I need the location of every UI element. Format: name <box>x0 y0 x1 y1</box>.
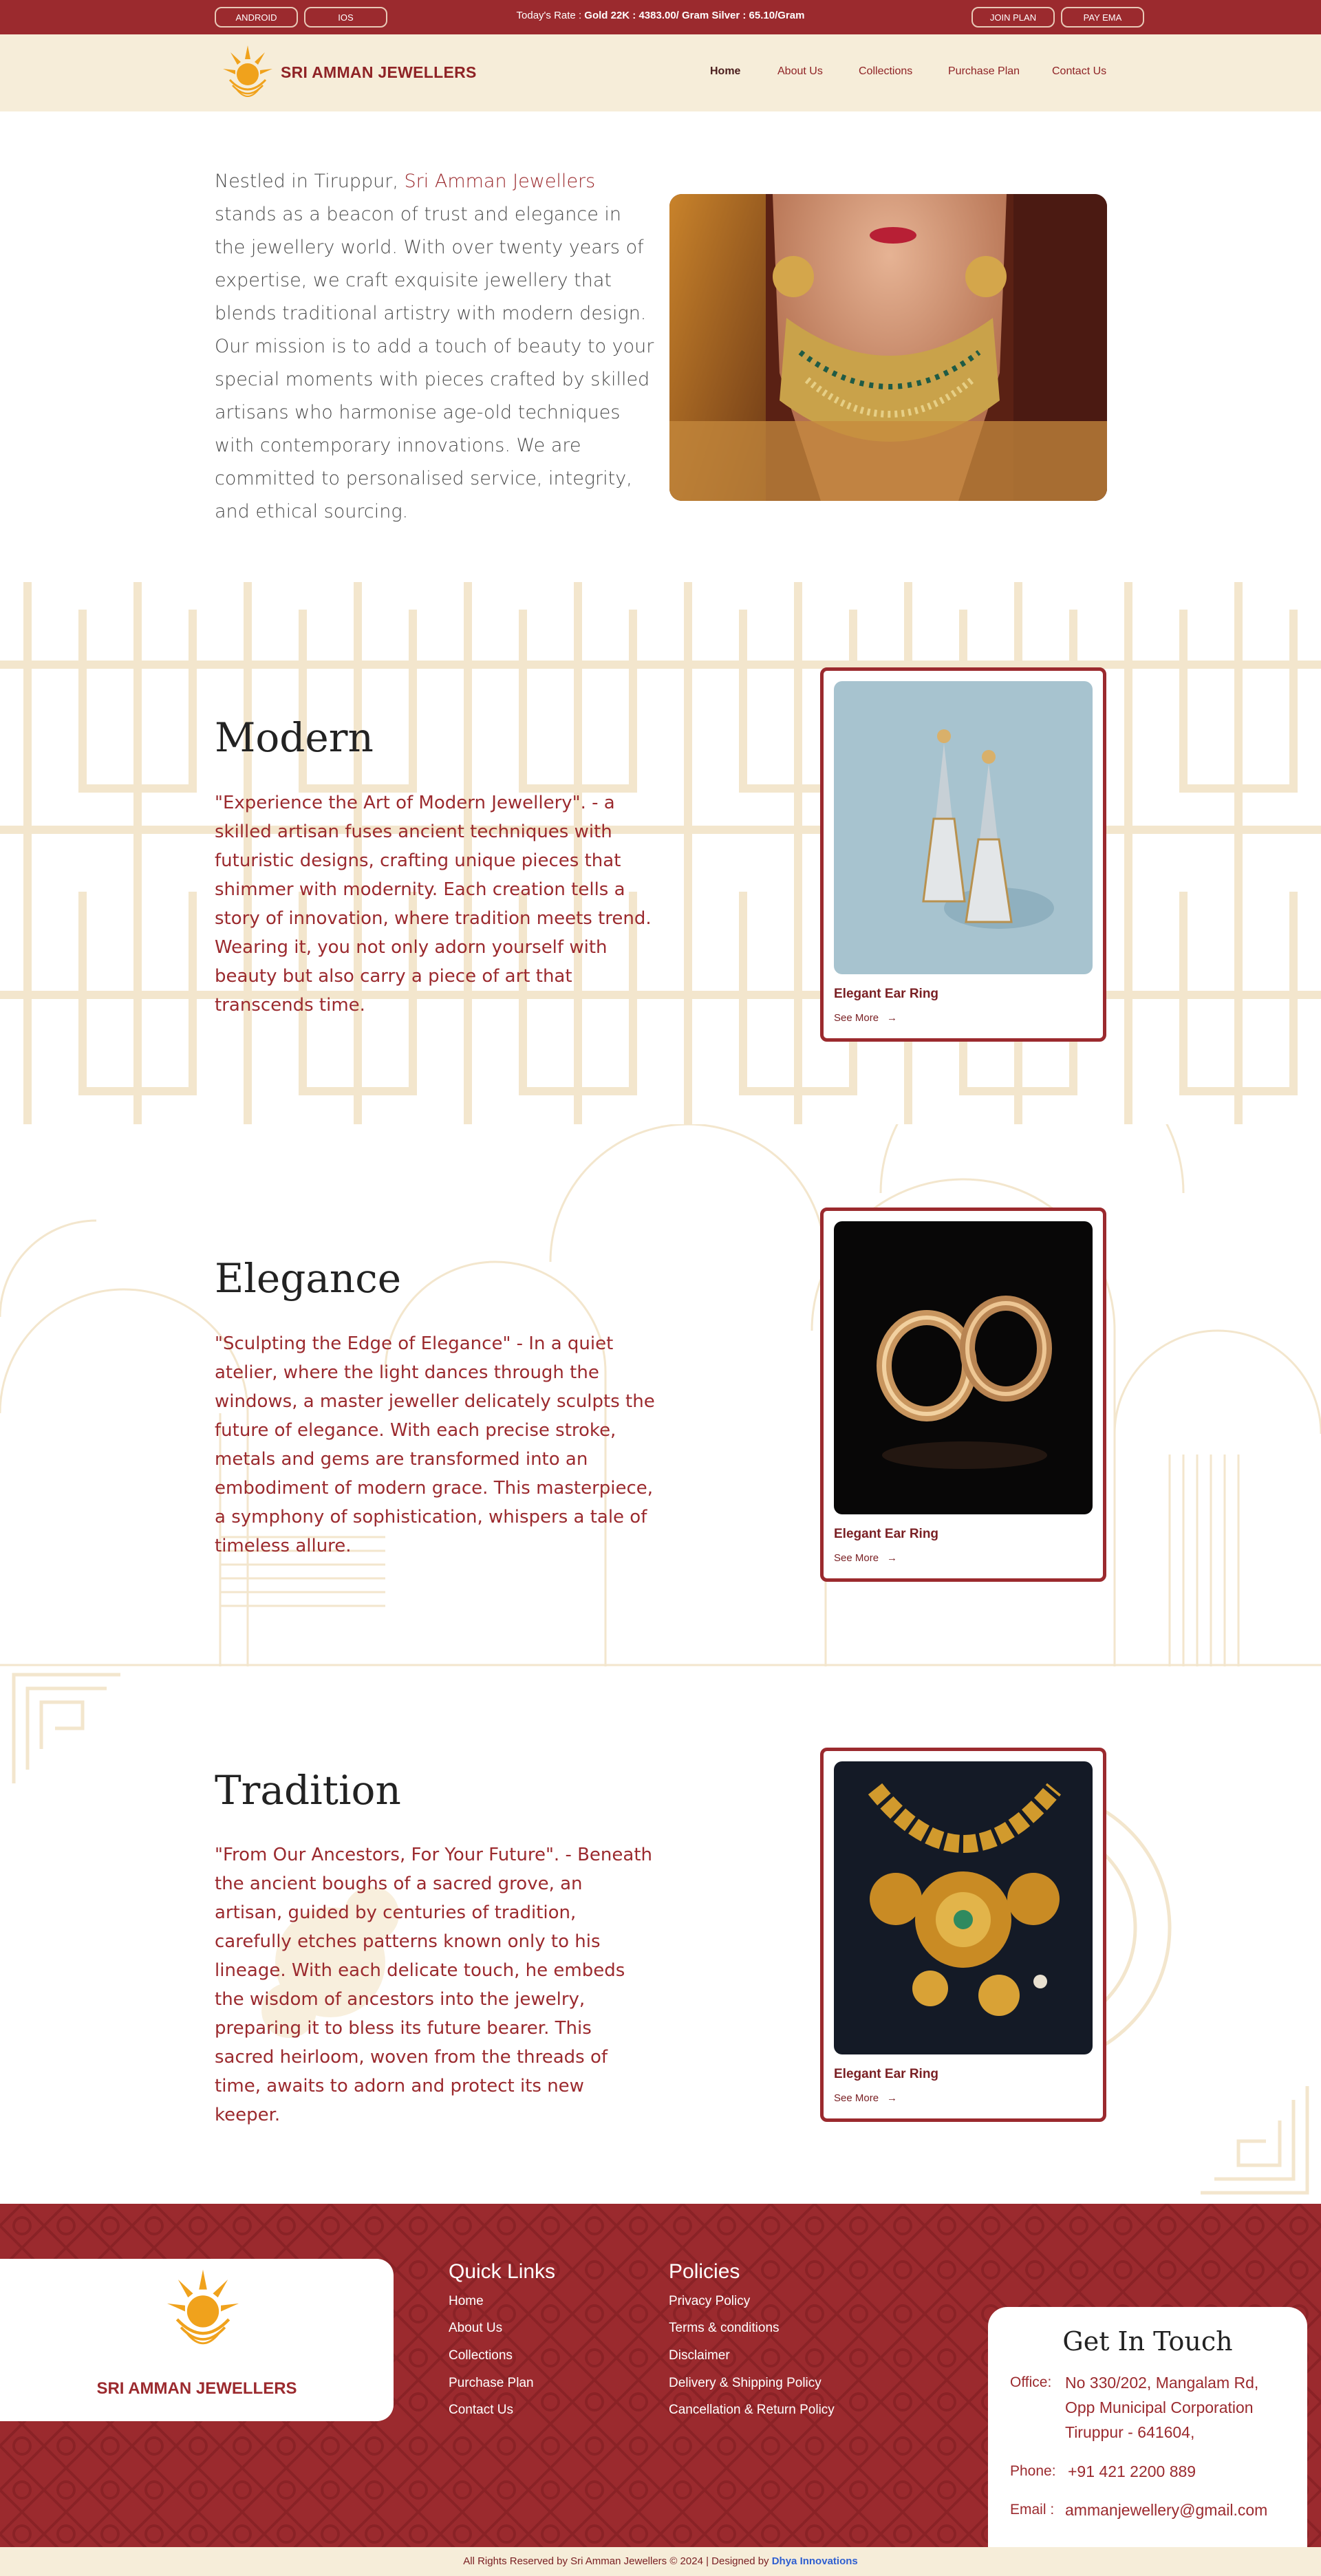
arrow-right-icon: → <box>887 1012 898 1024</box>
nav-purchase-plan[interactable]: Purchase Plan <box>948 65 1020 78</box>
footer-link-cancellation-policy[interactable]: Cancellation & Return Policy <box>669 2403 835 2418</box>
rate-prefix: Today's Rate : <box>516 10 585 21</box>
section-text-modern: "Experience the Art of Modern Jewellery"… <box>215 793 652 1016</box>
contact-card: Get In Touch Office: No 330/202, Mangala… <box>988 2307 1307 2547</box>
see-more-link-elegance[interactable]: See More → <box>834 1552 897 1564</box>
phone-label: Phone: <box>1010 2463 1056 2479</box>
see-more-label: See More <box>834 2092 879 2104</box>
footer-link-contact-us[interactable]: Contact Us <box>449 2403 513 2418</box>
nav-collections[interactable]: Collections <box>859 65 912 78</box>
footer-logo-card: SRI AMMAN JEWELLERS <box>0 2259 394 2421</box>
section-title-elegance: Elegance <box>215 1255 402 1302</box>
designer-link[interactable]: Dhya Innovations <box>772 2555 858 2567</box>
section-text-tradition: "From Our Ancestors, For Your Future". -… <box>215 1845 653 2125</box>
nav-contact-us[interactable]: Contact Us <box>1052 65 1106 78</box>
office-line-3: Tiruppur - 641604, <box>1065 2423 1195 2441</box>
office-line-1: No 330/202, Mangalam Rd, <box>1065 2374 1259 2392</box>
earring-photo <box>834 681 1093 974</box>
footer-link-home[interactable]: Home <box>449 2294 484 2309</box>
footer-link-privacy-policy[interactable]: Privacy Policy <box>669 2294 750 2309</box>
section-text-elegance: "Sculpting the Edge of Elegance" - In a … <box>215 1333 655 1556</box>
intro-before: Nestled in Tiruppur, <box>215 171 405 192</box>
site-header: SRI AMMAN JEWELLERS Home About Us Collec… <box>0 34 1321 111</box>
arrow-right-icon: → <box>887 1552 898 1564</box>
footer-link-purchase-plan[interactable]: Purchase Plan <box>449 2376 534 2391</box>
intro-paragraph: Nestled in Tiruppur, Sri Amman Jewellers… <box>215 165 655 528</box>
pay-ema-button[interactable]: PAY EMA <box>1061 7 1144 28</box>
nav-home[interactable]: Home <box>710 65 740 78</box>
nav-about-us[interactable]: About Us <box>777 65 823 78</box>
gold-hoop-earring-photo <box>834 1221 1093 1514</box>
tradition-section-background <box>0 1666 1321 2204</box>
see-more-label: See More <box>834 1552 879 1564</box>
office-address: No 330/202, Mangalam Rd, Opp Municipal C… <box>1065 2370 1258 2445</box>
product-card-elegance[interactable]: Elegant Ear Ring See More → <box>820 1208 1106 1582</box>
footer-brand-name: SRI AMMAN JEWELLERS <box>96 2379 297 2398</box>
quick-links-title: Quick Links <box>449 2260 556 2283</box>
card-title-elegance: Elegant Ear Ring <box>834 1527 939 1541</box>
brand-logo-icon[interactable] <box>222 44 274 103</box>
section-title-tradition: Tradition <box>215 1767 401 1814</box>
brand-name[interactable]: SRI AMMAN JEWELLERS <box>281 63 477 82</box>
intro-after: stands as a beacon of trust and elegance… <box>215 204 654 522</box>
see-more-link-tradition[interactable]: See More → <box>834 2092 897 2104</box>
card-title-tradition: Elegant Ear Ring <box>834 2067 939 2081</box>
footer-link-disclaimer[interactable]: Disclaimer <box>669 2348 730 2363</box>
site-footer: SRI AMMAN JEWELLERS Quick Links Home Abo… <box>0 2204 1321 2547</box>
join-plan-button[interactable]: JOIN PLAN <box>971 7 1055 28</box>
policies-title: Policies <box>669 2260 740 2283</box>
intro-brand-highlight: Sri Amman Jewellers <box>404 171 596 192</box>
copyright-text: All Rights Reserved by Sri Amman Jewelle… <box>0 2555 1321 2567</box>
temple-necklace-photo <box>834 1761 1093 2054</box>
copyright-bar: All Rights Reserved by Sri Amman Jewelle… <box>0 2547 1321 2576</box>
office-label: Office: <box>1010 2374 1052 2390</box>
email-address[interactable]: ammanjewellery@gmail.com <box>1065 2498 1267 2522</box>
see-more-link-modern[interactable]: See More → <box>834 1012 897 1024</box>
email-label: Email : <box>1010 2502 1055 2518</box>
bridal-jewellery-photo <box>669 194 1107 501</box>
product-card-tradition[interactable]: Elegant Ear Ring See More → <box>820 1748 1106 2122</box>
contact-title: Get In Touch <box>1062 2326 1233 2357</box>
top-bar: ANDROID IOS Today's Rate : Gold 22K : 43… <box>0 0 1321 34</box>
product-card-modern[interactable]: Elegant Ear Ring See More → <box>820 667 1106 1042</box>
brand-logo-icon[interactable] <box>165 2266 241 2355</box>
office-line-2: Opp Municipal Corporation <box>1065 2398 1254 2416</box>
section-title-modern: Modern <box>215 714 374 761</box>
footer-link-about-us[interactable]: About Us <box>449 2321 502 2336</box>
footer-link-collections[interactable]: Collections <box>449 2348 513 2363</box>
arrow-right-icon: → <box>887 2092 898 2104</box>
footer-link-delivery-policy[interactable]: Delivery & Shipping Policy <box>669 2376 821 2391</box>
card-title-modern: Elegant Ear Ring <box>834 987 939 1001</box>
modern-section-background <box>0 582 1321 1124</box>
see-more-label: See More <box>834 1012 879 1024</box>
footer-link-terms[interactable]: Terms & conditions <box>669 2321 780 2336</box>
phone-number[interactable]: +91 421 2200 889 <box>1068 2459 1196 2484</box>
copyright-label: All Rights Reserved by Sri Amman Jewelle… <box>463 2555 772 2567</box>
rate-value: Gold 22K : 4383.00/ Gram Silver : 65.10/… <box>584 10 805 21</box>
elegance-section-background <box>0 1124 1321 1666</box>
